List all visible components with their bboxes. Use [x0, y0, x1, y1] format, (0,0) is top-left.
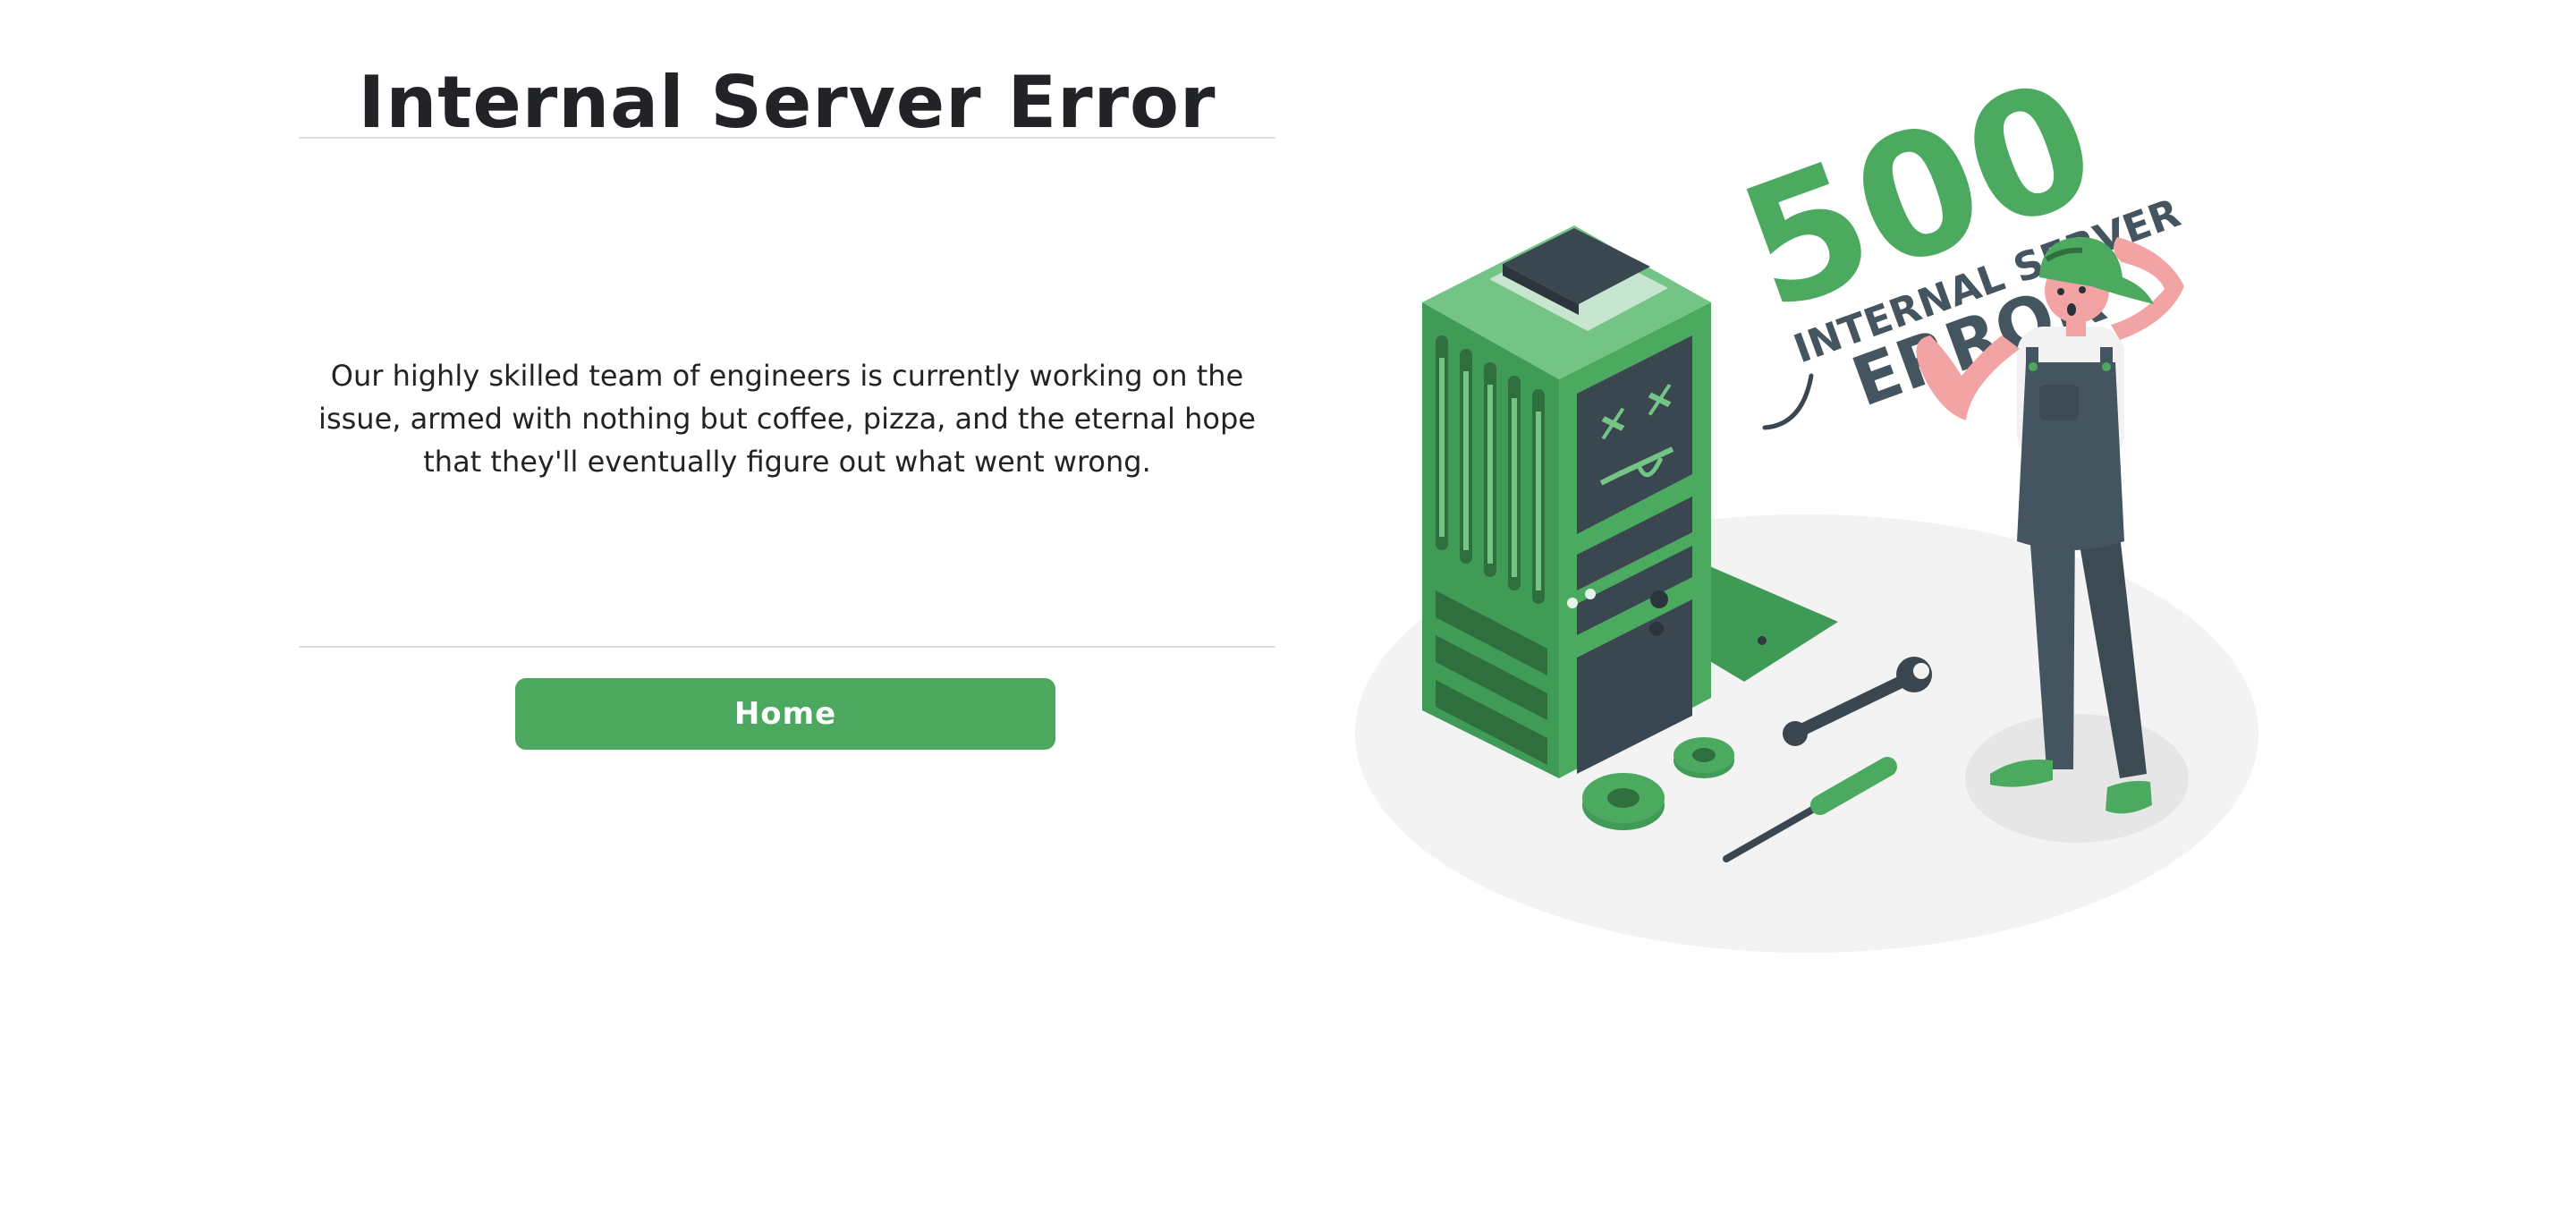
server-tower-icon: × × [1422, 225, 1711, 778]
error-content: Internal Server Error Our highly skilled… [299, 0, 1275, 805]
plate-bolt [1758, 636, 1767, 645]
speech-curve [1762, 373, 1814, 430]
small-gear-icon [1674, 737, 1734, 778]
home-button[interactable]: Home [515, 678, 1055, 750]
server-error-illustration: × × 500 INTERNAL SERVER ERROR [1355, 42, 2258, 953]
bottom-divider [299, 646, 1275, 648]
error-message: Our highly skilled team of engineers is … [318, 359, 1256, 479]
gear-icon [1582, 773, 1665, 830]
top-divider [299, 137, 1275, 139]
